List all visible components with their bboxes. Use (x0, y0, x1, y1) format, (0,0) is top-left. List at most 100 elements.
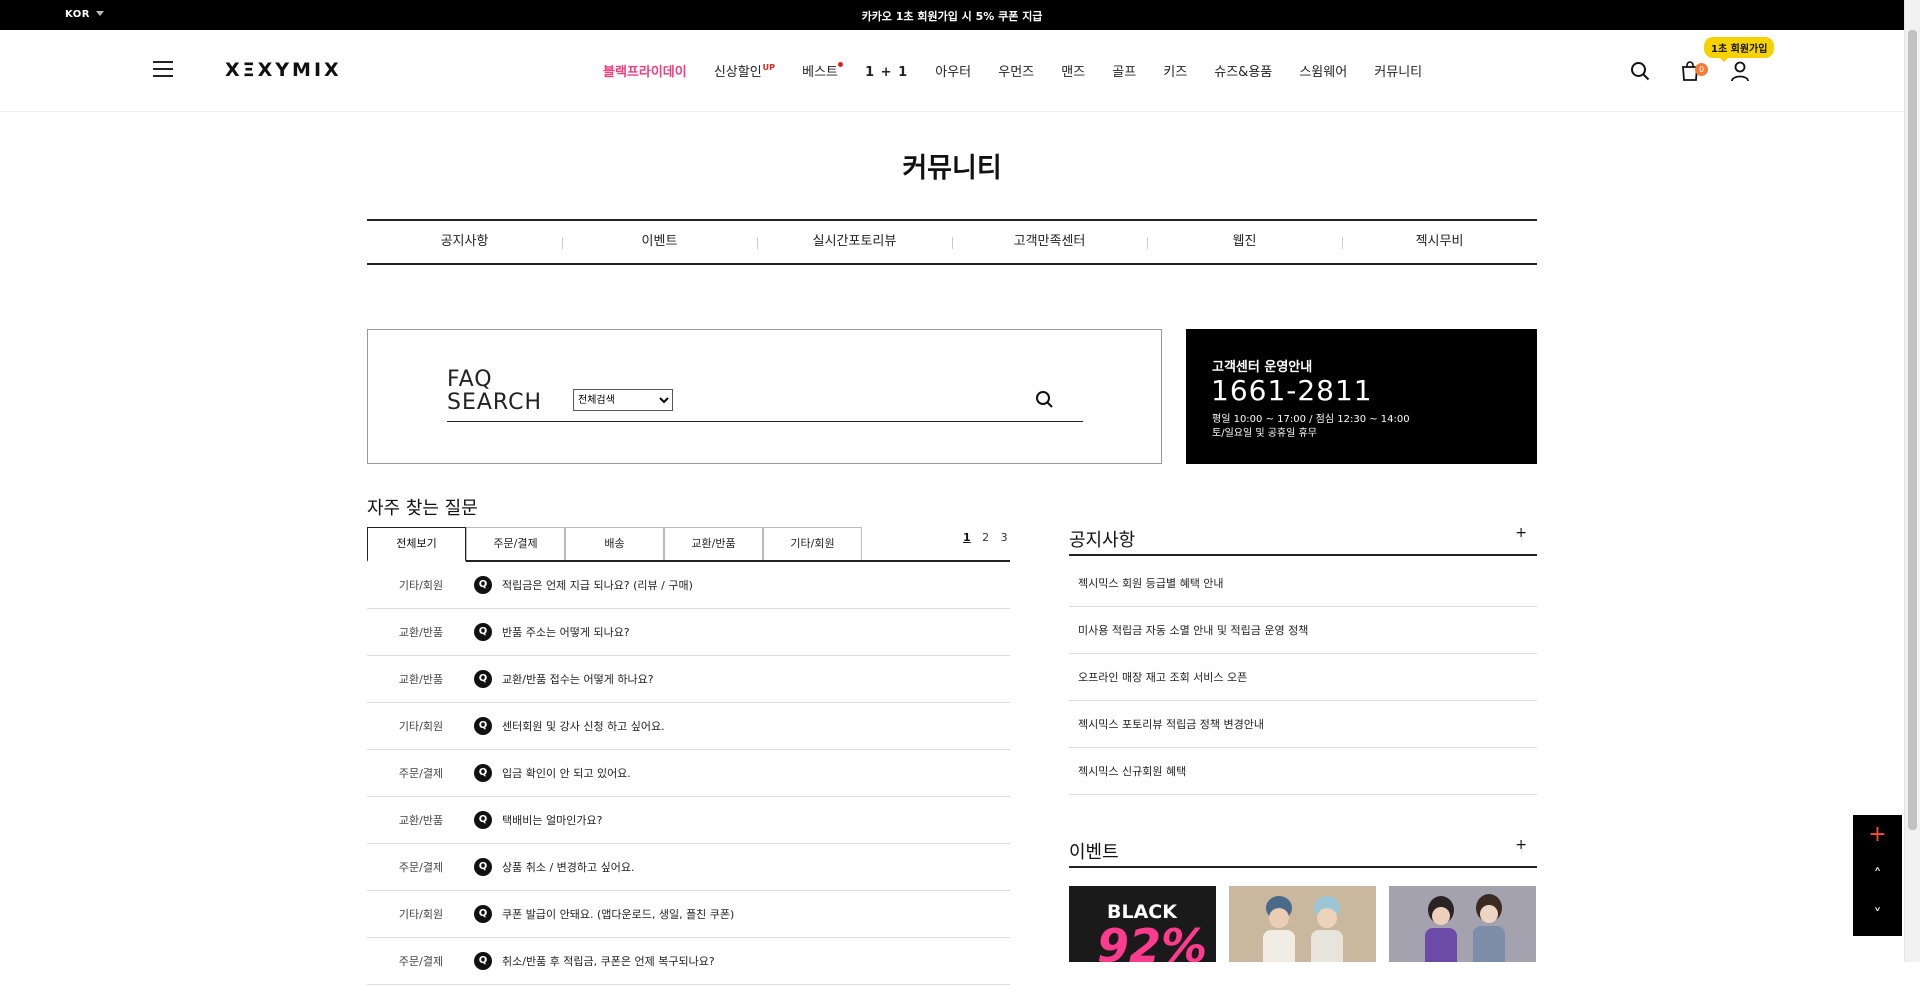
faq-question: 교환/반품 접수는 어떻게 하나요? (502, 673, 654, 686)
question-icon: Q (474, 764, 492, 782)
question-icon: Q (474, 811, 492, 829)
question-icon: Q (474, 952, 492, 970)
notice-item[interactable]: 미사용 적립금 자동 소멸 안내 및 적립금 운영 정책 (1069, 607, 1537, 654)
subnav-movie[interactable]: 젝시무비 (1342, 221, 1537, 263)
menu-icon[interactable] (153, 61, 173, 79)
signup-tooltip[interactable]: 1초 회원가입 (1704, 37, 1775, 62)
nav-item-black-friday[interactable]: 블랙프라이데이 (603, 61, 687, 80)
cart-count-badge: 0 (1695, 63, 1708, 76)
subnav-photo-review[interactable]: 실시간포토리뷰 (757, 221, 952, 263)
nav-item-kids[interactable]: 키즈 (1163, 61, 1187, 80)
nav-item-new-sale[interactable]: 신상할인UP (714, 61, 775, 80)
faq-row[interactable]: 주문/결제 Q 입금 확인이 안 되고 있어요. (367, 750, 1010, 797)
customer-center-info: 고객센터 운영안내 1661-2811 평일 10:00 ~ 17:00 / 점… (1186, 329, 1537, 464)
cs-closed: 토/일요일 및 공휴일 휴무 (1212, 428, 1317, 439)
event-title: 이벤트 (1069, 842, 1119, 863)
faq-tab-all[interactable]: 전체보기 (367, 527, 466, 562)
nav-item-mens[interactable]: 맨즈 (1061, 61, 1085, 80)
faq-search-icon[interactable] (1032, 387, 1058, 413)
scroll-up-icon[interactable]: ˄ (1853, 855, 1902, 895)
faq-question: 센터회원 및 강사 신청 하고 싶어요. (502, 720, 665, 733)
faq-search-label: FAQ SEARCH (447, 368, 542, 414)
notice-item[interactable]: 오프라인 매장 재고 조회 서비스 오픈 (1069, 654, 1537, 701)
promo-text[interactable]: 카카오 1초 회원가입 시 5% 쿠폰 지급 (0, 8, 1904, 24)
notice-item[interactable]: 젝시믹스 포토리뷰 적립금 정책 변경안내 (1069, 701, 1537, 748)
faq-category: 교환/반품 (398, 626, 444, 639)
brand-logo[interactable]: XΞXYMIX (225, 59, 342, 81)
faq-tab-delivery[interactable]: 배송 (565, 527, 664, 560)
top-promo-bar: KOR 카카오 1초 회원가입 시 5% 쿠폰 지급 (0, 0, 1904, 30)
page-scrollbar[interactable] (1904, 0, 1920, 962)
scroll-down-icon[interactable]: ˅ (1853, 895, 1902, 935)
faq-pagination: 1 2 3 (963, 531, 1016, 544)
faq-tabs: 전체보기 주문/결제 배송 교환/반품 기타/회원 (367, 527, 1010, 562)
event-thumbnail[interactable]: BLACK 92% (1069, 886, 1216, 962)
faq-search-input[interactable] (683, 388, 1023, 412)
faq-tab-exchange[interactable]: 교환/반품 (664, 527, 763, 560)
page-link[interactable]: 1 (963, 531, 971, 544)
event-more-icon[interactable]: + (1515, 837, 1527, 853)
faq-tab-order[interactable]: 주문/결제 (466, 527, 565, 560)
faq-tab-etc[interactable]: 기타/회원 (763, 527, 862, 560)
faq-row[interactable]: 기타/회원 Q 센터회원 및 강사 신청 하고 싶어요. (367, 703, 1010, 750)
faq-question: 입금 확인이 안 되고 있어요. (502, 767, 631, 780)
question-icon: Q (474, 576, 492, 594)
notice-title: 공지사항 (1069, 530, 1136, 551)
faq-question: 상품 취소 / 변경하고 싶어요. (502, 861, 635, 874)
cs-hours: 평일 10:00 ~ 17:00 / 점심 12:30 ~ 14:00 (1212, 414, 1410, 425)
nav-item-community[interactable]: 커뮤니티 (1374, 61, 1422, 80)
faq-category: 주문/결제 (398, 861, 444, 874)
faq-row[interactable]: 주문/결제 Q 상품 취소 / 변경하고 싶어요. (367, 844, 1010, 891)
nav-item-golf[interactable]: 골프 (1112, 61, 1136, 80)
subnav-customer-center[interactable]: 고객만족센터 (952, 221, 1147, 263)
nav-item-one-plus-one[interactable]: 1 + 1 (865, 65, 908, 80)
page-link[interactable]: 2 (982, 531, 989, 544)
faq-category: 기타/회원 (398, 908, 444, 921)
notice-item[interactable]: 젝시믹스 신규회원 혜택 (1069, 748, 1537, 795)
scrollbar-thumb[interactable] (1908, 30, 1917, 830)
faq-row[interactable]: 교환/반품 Q 택배비는 얼마인가요? (367, 797, 1010, 844)
new-dot-icon (838, 62, 844, 67)
search-underline (447, 421, 1083, 422)
faq-label-line1: FAQ (447, 367, 493, 392)
question-icon: Q (474, 670, 492, 688)
page-title: 커뮤니티 (902, 153, 1002, 184)
site-header: XΞXYMIX 블랙프라이데이 신상할인UP 베스트 1 + 1 아우터 우먼즈… (0, 30, 1904, 112)
main-nav: 블랙프라이데이 신상할인UP 베스트 1 + 1 아우터 우먼즈 맨즈 골프 키… (603, 61, 1444, 81)
faq-category: 교환/반품 (398, 673, 444, 686)
subnav-notice[interactable]: 공지사항 (367, 221, 562, 263)
faq-category: 교환/반품 (398, 814, 444, 827)
question-icon: Q (474, 623, 492, 641)
notice-more-icon[interactable]: + (1515, 525, 1527, 541)
faq-row[interactable]: 기타/회원 Q 적립금은 언제 지급 되나요? (리뷰 / 구매) (367, 562, 1010, 609)
notice-list: 젝시믹스 회원 등급별 혜택 안내 미사용 적립금 자동 소멸 안내 및 적립금… (1069, 560, 1537, 795)
search-scope-select[interactable]: 전체검색 (573, 389, 673, 411)
nav-item-swimwear[interactable]: 스윔웨어 (1299, 61, 1347, 80)
faq-row[interactable]: 교환/반품 Q 반품 주소는 어떻게 되나요? (367, 609, 1010, 656)
faq-category: 기타/회원 (398, 720, 444, 733)
subnav-webzine[interactable]: 웹진 (1147, 221, 1342, 263)
plus-icon[interactable]: + (1853, 815, 1902, 855)
nav-item-shoes[interactable]: 슈즈&용품 (1214, 61, 1272, 80)
nav-item-label: 신상할인 (713, 65, 762, 80)
faq-row[interactable]: 교환/반품 Q 교환/반품 접수는 어떻게 하나요? (367, 656, 1010, 703)
user-icon[interactable] (1729, 60, 1751, 82)
faq-category: 기타/회원 (398, 579, 444, 592)
nav-item-best[interactable]: 베스트 (802, 61, 844, 80)
page-link[interactable]: 3 (1001, 531, 1008, 544)
subnav-event[interactable]: 이벤트 (562, 221, 757, 263)
faq-row[interactable]: 기타/회원 Q 쿠폰 발급이 안돼요. (앱다운로드, 생일, 플친 쿠폰) (367, 891, 1010, 938)
nav-item-womens[interactable]: 우먼즈 (998, 61, 1034, 80)
event-thumbnail[interactable] (1389, 886, 1536, 962)
faq-list: 기타/회원 Q 적립금은 언제 지급 되나요? (리뷰 / 구매) 교환/반품 Q 반품… (367, 562, 1010, 985)
faq-title: 자주 찾는 질문 (367, 498, 478, 519)
nav-item-outer[interactable]: 아우터 (935, 61, 971, 80)
faq-question: 적립금은 언제 지급 되나요? (리뷰 / 구매) (502, 579, 693, 592)
event-thumbnail[interactable] (1229, 886, 1376, 962)
faq-search-box: FAQ SEARCH 전체검색 (367, 329, 1162, 464)
faq-category: 주문/결제 (398, 955, 444, 968)
search-icon[interactable] (1629, 60, 1651, 82)
notice-item[interactable]: 젝시믹스 회원 등급별 혜택 안내 (1069, 560, 1537, 607)
cs-title: 고객센터 운영안내 (1212, 360, 1313, 375)
question-icon: Q (474, 905, 492, 923)
